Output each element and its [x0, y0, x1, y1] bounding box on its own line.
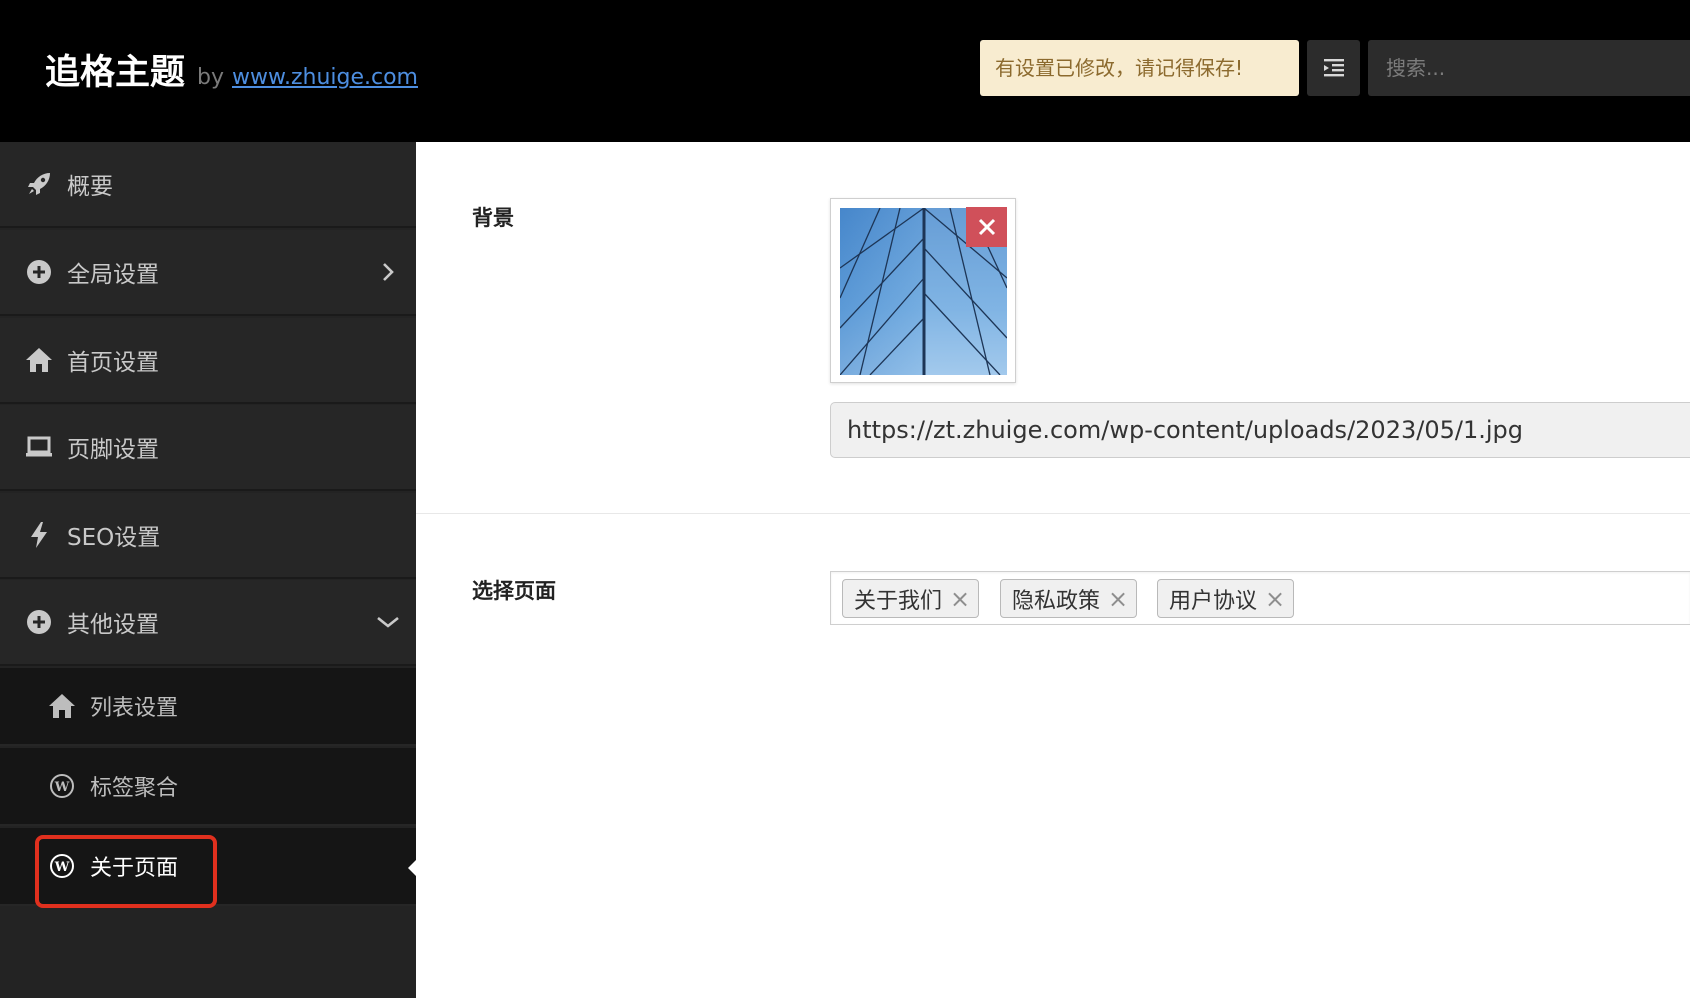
- selected-page-tag: 关于我们 ×: [842, 579, 980, 618]
- selected-page-tag: 隐私政策 ×: [1000, 579, 1138, 618]
- sidebar-subitem-about-page[interactable]: W 关于页面: [0, 828, 416, 906]
- remove-image-button[interactable]: [966, 207, 1007, 247]
- tag-label: 隐私政策: [1012, 588, 1101, 614]
- remove-tag-icon[interactable]: ×: [1108, 587, 1128, 611]
- top-bar: 追格主题 by www.zhuige.com 有设置已修改，请记得保存!: [0, 0, 1690, 142]
- sidebar-subitem-tag-aggregation[interactable]: W 标签聚合: [0, 748, 416, 826]
- select-pages-field-label: 选择页面: [472, 579, 556, 603]
- sidebar-item-other-settings[interactable]: 其他设置: [0, 580, 416, 666]
- sidebar-item-home-settings[interactable]: 首页设置: [0, 318, 416, 404]
- tag-label: 关于我们: [854, 588, 943, 614]
- background-field-label: 背景: [472, 206, 514, 230]
- sidebar-item-global-settings[interactable]: 全局设置: [0, 230, 416, 316]
- selected-page-tag: 用户协议 ×: [1157, 579, 1295, 618]
- app-title: 追格主题: [45, 53, 186, 93]
- select-pages-input[interactable]: 关于我们 × 隐私政策 × 用户协议 ×: [830, 571, 1690, 625]
- search-input[interactable]: [1368, 40, 1690, 96]
- home-icon: [48, 692, 76, 720]
- laptop-icon: [25, 433, 53, 461]
- sidebar-subitem-label: 列表设置: [90, 696, 179, 721]
- close-icon: [978, 218, 995, 236]
- wordpress-icon: W: [48, 852, 76, 880]
- sidebar-item-overview[interactable]: 概要: [0, 142, 416, 228]
- rocket-icon: [25, 170, 53, 198]
- sidebar-item-label: 全局设置: [67, 262, 159, 288]
- tag-label: 用户协议: [1169, 588, 1258, 614]
- indent-icon: [1323, 59, 1344, 77]
- remove-tag-icon[interactable]: ×: [950, 587, 970, 611]
- sidebar-item-label: 其他设置: [67, 612, 159, 638]
- sidebar-item-label: SEO设置: [67, 525, 161, 551]
- settings-panel: [416, 142, 1690, 998]
- expand-all-button[interactable]: [1307, 40, 1360, 96]
- plus-circle-icon: [25, 608, 53, 636]
- sidebar-item-seo-settings[interactable]: SEO设置: [0, 493, 416, 579]
- sidebar-item-label: 概要: [67, 174, 113, 200]
- sidebar-subitem-label: 关于页面: [90, 856, 179, 881]
- unsaved-changes-notice: 有设置已修改，请记得保存!: [980, 40, 1299, 96]
- sidebar-item-label: 页脚设置: [67, 437, 159, 463]
- sidebar-item-label: 首页设置: [67, 350, 159, 376]
- svg-text:W: W: [54, 860, 70, 875]
- remove-tag-icon[interactable]: ×: [1265, 587, 1285, 611]
- chevron-down-icon: [376, 610, 400, 634]
- sidebar-item-footer-settings[interactable]: 页脚设置: [0, 405, 416, 491]
- sidebar-subitem-label: 标签聚合: [90, 776, 179, 801]
- brand: 追格主题 by www.zhuige.com: [45, 44, 418, 95]
- background-url-input[interactable]: [830, 402, 1690, 458]
- plus-circle-icon: [25, 258, 53, 286]
- bolt-icon: [25, 521, 53, 549]
- field-divider: [416, 513, 1690, 514]
- wordpress-icon: W: [48, 772, 76, 800]
- website-link[interactable]: www.zhuige.com: [232, 65, 418, 90]
- chevron-right-icon: [376, 260, 400, 284]
- brand-by-text: by: [197, 65, 224, 90]
- sidebar-subitem-list-settings[interactable]: 列表设置: [0, 668, 416, 746]
- svg-text:W: W: [54, 780, 70, 795]
- home-icon: [25, 346, 53, 374]
